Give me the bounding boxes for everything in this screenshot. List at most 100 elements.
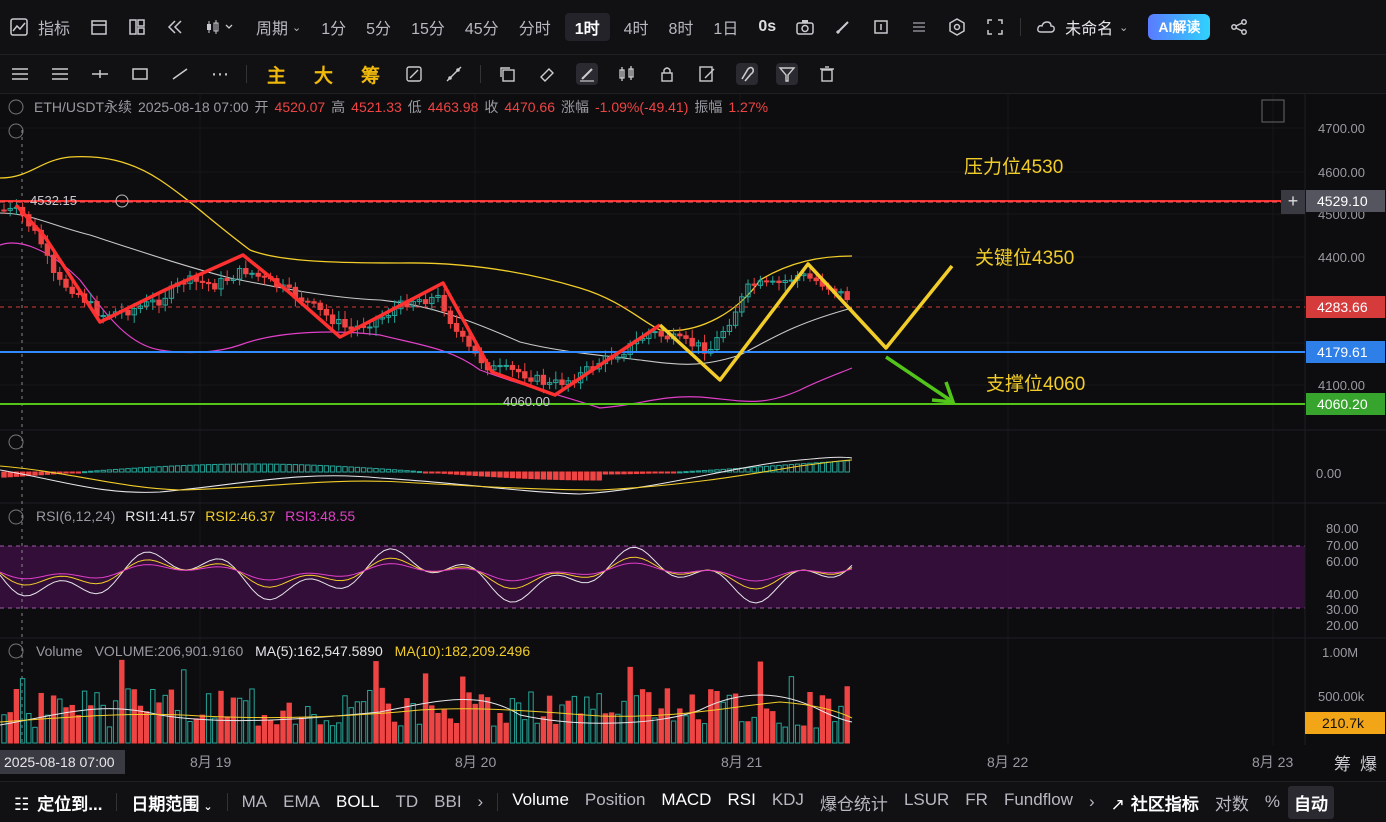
main-indicator-1[interactable]: EMA: [275, 792, 328, 812]
ai-interpret-button[interactable]: AI解读: [1148, 14, 1211, 40]
camera-icon[interactable]: [794, 16, 816, 38]
sub-indicator-4[interactable]: KDJ: [764, 790, 812, 815]
chip-button[interactable]: 筹: [1334, 755, 1351, 774]
candle-body: [776, 280, 782, 284]
magnet-icon[interactable]: [736, 63, 759, 85]
candle-type-icon[interactable]: [202, 16, 238, 38]
lock-icon[interactable]: [656, 63, 678, 85]
copy-icon[interactable]: [496, 63, 518, 85]
cn-tool-2[interactable]: 筹: [361, 63, 380, 87]
date-label-0: 8月 19: [190, 754, 231, 770]
locate-button[interactable]: ☷ 定位到...: [0, 790, 110, 815]
calendar-icon[interactable]: [88, 16, 110, 38]
pencil-icon[interactable]: [832, 16, 854, 38]
open-label: 开: [254, 99, 269, 115]
timeframe-6[interactable]: 4时: [614, 0, 659, 54]
eraser-icon[interactable]: [536, 63, 558, 85]
date-range-dropdown[interactable]: 日期范围 ⌄: [123, 790, 220, 815]
zero-seconds-button[interactable]: 0s: [748, 0, 786, 54]
filter-icon[interactable]: [776, 63, 799, 85]
auto-scale-button[interactable]: 自动: [1288, 785, 1334, 819]
cn-tool-1[interactable]: 大: [314, 63, 333, 87]
candle-body: [683, 335, 689, 339]
sub-indicator-3[interactable]: RSI: [719, 790, 763, 815]
main-indicator-0[interactable]: MA: [234, 792, 276, 812]
low-label: 低: [407, 99, 422, 115]
crosshair-settings-icon[interactable]: [9, 63, 31, 85]
macd-bar: [478, 471, 485, 477]
edit-note-icon[interactable]: [696, 63, 718, 85]
horizontal-lines-icon[interactable]: [49, 63, 71, 85]
rsi-name: RSI(6,12,24): [36, 508, 115, 524]
macd-bar: [584, 471, 590, 481]
horizontal-ray-icon[interactable]: [89, 63, 111, 85]
sub-indicator-0[interactable]: Volume: [504, 790, 577, 815]
more-icon[interactable]: ⋯: [209, 63, 231, 85]
community-indicators-button[interactable]: ↗ 社区指标: [1103, 790, 1207, 815]
sub-indicator-5[interactable]: 爆仓统计: [812, 790, 896, 815]
macd-bar: [429, 471, 435, 474]
settings-icon[interactable]: [946, 16, 968, 38]
candles-icon[interactable]: [616, 63, 638, 85]
candle-body: [770, 280, 776, 283]
candle-body: [559, 379, 565, 386]
trendline-icon[interactable]: [169, 63, 191, 85]
trash-icon[interactable]: [816, 63, 838, 85]
layout-name-dropdown[interactable]: 未命名 ⌄: [1065, 0, 1138, 54]
macd-bar: [559, 471, 565, 481]
sync-draw-icon[interactable]: [403, 63, 425, 85]
candle-body: [63, 278, 69, 288]
macd-bar: [509, 471, 516, 479]
timeframe-3[interactable]: 45分: [455, 0, 509, 54]
cloud-icon: [1035, 16, 1057, 38]
volume-bar: [577, 713, 584, 744]
indicators-button[interactable]: 指标: [38, 0, 80, 54]
timeframe-5[interactable]: 1时: [564, 13, 610, 41]
layout-icon[interactable]: [126, 16, 148, 38]
sub-indicator-7[interactable]: FR: [957, 790, 996, 815]
macd-bar: [435, 471, 441, 474]
rectangle-icon[interactable]: [129, 63, 151, 85]
replay-icon[interactable]: [164, 16, 186, 38]
sub-indicator-2[interactable]: MACD: [653, 790, 719, 815]
candle-body: [763, 280, 770, 283]
chart-canvas[interactable]: 压力位4530 关键位4350 支撑位4060 4532.15 4060.00 …: [0, 94, 1386, 780]
list-icon[interactable]: [908, 16, 930, 38]
timeframe-0[interactable]: 1分: [311, 0, 356, 54]
timeframe-7[interactable]: 8时: [659, 0, 704, 54]
macd-bar: [515, 471, 522, 479]
candle-body: [503, 364, 509, 367]
sub-indicator-1[interactable]: Position: [577, 790, 653, 815]
indicators-icon[interactable]: [8, 16, 30, 38]
measure-icon[interactable]: [443, 63, 465, 85]
macd-bar: [683, 471, 689, 474]
main-indicator-2[interactable]: BOLL: [328, 792, 387, 812]
sub-indicator-8[interactable]: Fundflow: [996, 790, 1081, 815]
share-icon[interactable]: [1228, 16, 1250, 38]
log-scale-button[interactable]: 对数: [1207, 790, 1257, 815]
sub-indicator-6[interactable]: LSUR: [896, 790, 957, 815]
date-range-label: 日期范围: [131, 794, 200, 814]
cn-tool-0[interactable]: 主: [267, 63, 286, 87]
brush-icon[interactable]: [576, 63, 599, 85]
timeframe-4[interactable]: 分时: [509, 0, 561, 54]
main-indicator-4[interactable]: BBI: [426, 792, 469, 812]
alert-icon[interactable]: [870, 16, 892, 38]
volume-bar: [404, 698, 410, 744]
timeframe-2[interactable]: 15分: [401, 0, 455, 54]
timeframe-1[interactable]: 5分: [356, 0, 401, 54]
candle-body: [460, 330, 466, 337]
macd-bar: [88, 470, 94, 473]
high-label: 高: [331, 99, 346, 115]
period-dropdown[interactable]: 周期 ⌄: [246, 0, 311, 54]
fullscreen-icon[interactable]: [984, 16, 1006, 38]
vol-axis-1m: 1.00M: [1322, 645, 1358, 660]
price-tag-label-2: 4179.61: [1317, 344, 1368, 360]
liquidation-button[interactable]: 爆: [1360, 755, 1377, 774]
chevron-right-icon[interactable]: ›: [470, 792, 492, 812]
chevron-right-icon[interactable]: ›: [1081, 792, 1103, 812]
timeframe-8[interactable]: 1日: [703, 0, 748, 54]
main-indicator-3[interactable]: TD: [387, 792, 426, 812]
percent-scale-button[interactable]: %: [1257, 792, 1288, 812]
candle-body: [751, 283, 757, 286]
